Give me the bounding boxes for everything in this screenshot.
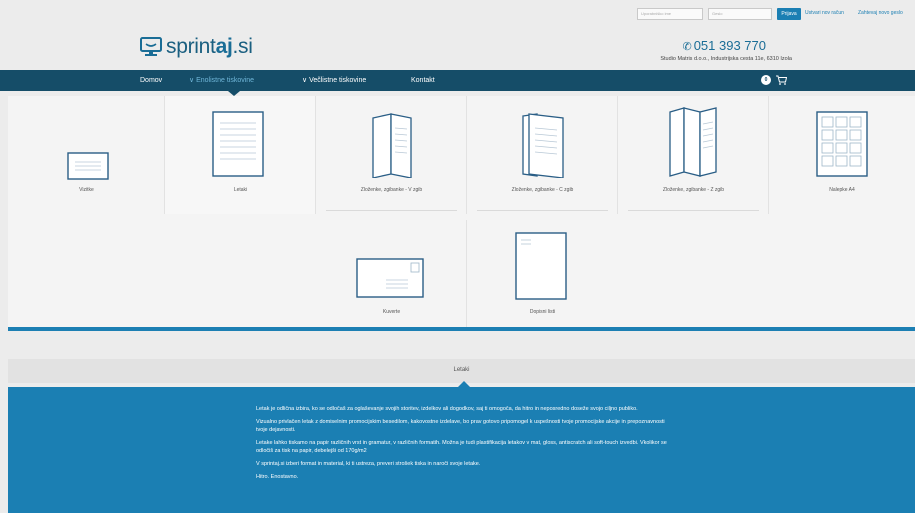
nav-multi-sheet-prints[interactable]: ∨ Večlistne tiskovine bbox=[302, 70, 366, 91]
password-input[interactable]: Geslo bbox=[708, 8, 772, 20]
register-link[interactable]: Ustvari nov račun bbox=[805, 10, 844, 16]
username-input[interactable]: Uporabniško ime bbox=[637, 8, 703, 20]
business-card-icon bbox=[67, 152, 109, 180]
sticker-sheet-icon bbox=[816, 111, 868, 177]
product-z-fold[interactable]: Zloženke, zgibanke - Z zgib bbox=[618, 96, 769, 214]
logo-text: sprintaj.si bbox=[166, 35, 253, 58]
product-label: Dopisni listi bbox=[529, 309, 556, 315]
v-fold-icon bbox=[372, 113, 412, 178]
description-text: Letak je odlična izbira, ko se odločaš z… bbox=[256, 405, 676, 486]
product-label: Zloženke, zgibanke - Z zgib bbox=[662, 187, 725, 193]
product-c-fold[interactable]: Zloženke, zgibanke - C zgib bbox=[467, 96, 618, 214]
phone-icon: ✆ bbox=[682, 41, 692, 53]
description-paragraph: V sprintaj.si izberi format in material,… bbox=[256, 461, 481, 467]
description-paragraph: Vizualno privlačen letak z domiselnim pr… bbox=[256, 419, 665, 433]
company-address: Studio Matris d.o.o., Industrijska cesta… bbox=[660, 56, 792, 62]
cart-icon[interactable] bbox=[775, 74, 787, 86]
login-bar: Uporabniško ime Geslo Prijava Ustvari no… bbox=[0, 8, 915, 24]
product-sticker-sheets[interactable]: Nalepke A4 bbox=[769, 96, 915, 214]
product-label: Nalepke A4 bbox=[829, 187, 855, 193]
product-label: Zloženke, zgibanke - V zgib bbox=[360, 187, 423, 193]
product-business-cards[interactable]: Vizitke bbox=[8, 96, 165, 214]
monitor-logo-icon bbox=[140, 37, 162, 56]
section-divider bbox=[8, 327, 915, 331]
chevron-down-icon: ∨ bbox=[302, 77, 308, 84]
product-label: Zloženke, zgibanke - C zgib bbox=[511, 187, 574, 193]
site-logo[interactable]: sprintaj.si bbox=[140, 34, 253, 60]
envelope-icon bbox=[356, 258, 424, 298]
flyer-icon bbox=[212, 111, 264, 177]
description-paragraph: Hitro. Enostavno. bbox=[256, 474, 299, 480]
cart-count-badge: 0 bbox=[761, 75, 771, 85]
product-label: Kuverte bbox=[382, 309, 401, 315]
product-letterheads[interactable]: Dopisni listi bbox=[467, 220, 618, 328]
phone-number: ✆ 051 393 770 bbox=[682, 38, 766, 53]
nav-contact[interactable]: Kontakt bbox=[411, 70, 435, 91]
product-label: Vizitke bbox=[79, 187, 94, 193]
description-paragraph: Letak je odlična izbira, ko se odločaš z… bbox=[256, 406, 638, 412]
forgot-password-link[interactable]: Zahtevaj novo geslo bbox=[858, 10, 903, 16]
product-envelopes[interactable]: Kuverte bbox=[316, 220, 467, 328]
nav-home[interactable]: Domov bbox=[140, 70, 162, 91]
product-flyers[interactable]: Letaki bbox=[165, 96, 316, 214]
letterhead-icon bbox=[515, 232, 567, 300]
product-v-fold[interactable]: Zloženke, zgibanke - V zgib bbox=[316, 96, 467, 214]
login-button[interactable]: Prijava bbox=[777, 8, 801, 20]
product-grid: Vizitke Letaki Zloženke, zgibanke - V zg… bbox=[8, 96, 915, 329]
section-title: Letaki bbox=[8, 359, 915, 383]
product-description: Letak je odlična izbira, ko se odločaš z… bbox=[8, 387, 915, 513]
chevron-down-icon: ∨ bbox=[189, 77, 195, 84]
description-paragraph: Letake lahko tiskamo na papir različnih … bbox=[256, 440, 667, 454]
c-fold-icon bbox=[522, 113, 564, 178]
z-fold-icon bbox=[669, 107, 717, 177]
product-label: Letaki bbox=[233, 187, 248, 193]
nav-single-sheet-prints[interactable]: ∨ Enolistne tiskovine bbox=[189, 70, 254, 91]
